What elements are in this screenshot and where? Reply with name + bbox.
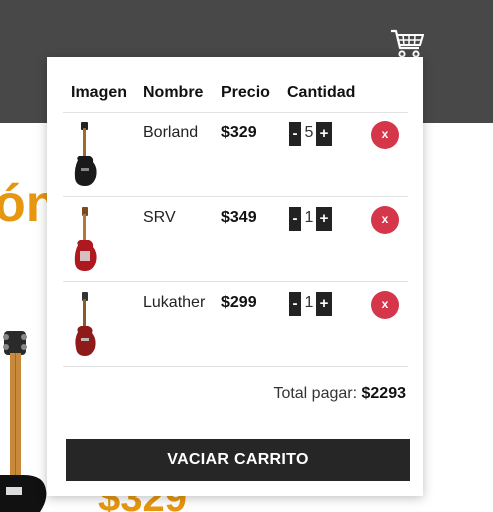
- item-name: SRV: [143, 209, 176, 226]
- item-quantity: 5: [304, 124, 314, 141]
- item-price: $349: [221, 209, 257, 226]
- increase-quantity-button[interactable]: +: [316, 292, 332, 316]
- cart-dropdown: Imagen Nombre Precio Cantidad Borland $3…: [47, 57, 423, 496]
- shopping-cart-icon[interactable]: [390, 29, 424, 59]
- column-header-price: Precio: [221, 84, 270, 101]
- cart-item-row: Lukather $299 - 1 + x: [63, 283, 408, 367]
- item-name: Lukather: [143, 294, 206, 311]
- increase-quantity-button[interactable]: +: [316, 207, 332, 231]
- item-price: $329: [221, 124, 257, 141]
- decrease-quantity-button[interactable]: -: [289, 122, 301, 146]
- decrease-quantity-button[interactable]: -: [289, 292, 301, 316]
- item-quantity: 1: [304, 209, 314, 226]
- item-price: $299: [221, 294, 257, 311]
- increase-quantity-button[interactable]: +: [316, 122, 332, 146]
- decrease-quantity-button[interactable]: -: [289, 207, 301, 231]
- guitar-thumbnail-image: [74, 207, 97, 271]
- item-quantity: 1: [304, 294, 314, 311]
- column-header-image: Imagen: [71, 84, 128, 101]
- cart-item-row: Borland $329 - 5 + x: [63, 113, 408, 197]
- column-header-name: Nombre: [143, 84, 204, 101]
- remove-item-button[interactable]: x: [371, 121, 399, 149]
- column-header-quantity: Cantidad: [287, 84, 356, 101]
- guitar-thumbnail-image: [75, 292, 96, 356]
- remove-item-button[interactable]: x: [371, 206, 399, 234]
- total-value: $2293: [361, 385, 407, 402]
- background-guitar-image: [0, 331, 47, 512]
- empty-cart-button[interactable]: VACIAR CARRITO: [66, 439, 410, 481]
- cart-item-row: SRV $349 - 1 + x: [63, 198, 408, 282]
- total-label: Total pagar:: [273, 385, 358, 402]
- remove-item-button[interactable]: x: [371, 291, 399, 319]
- guitar-thumbnail-image: [74, 122, 97, 186]
- item-name: Borland: [143, 124, 199, 141]
- cart-total: Total pagar: $2293: [273, 385, 406, 403]
